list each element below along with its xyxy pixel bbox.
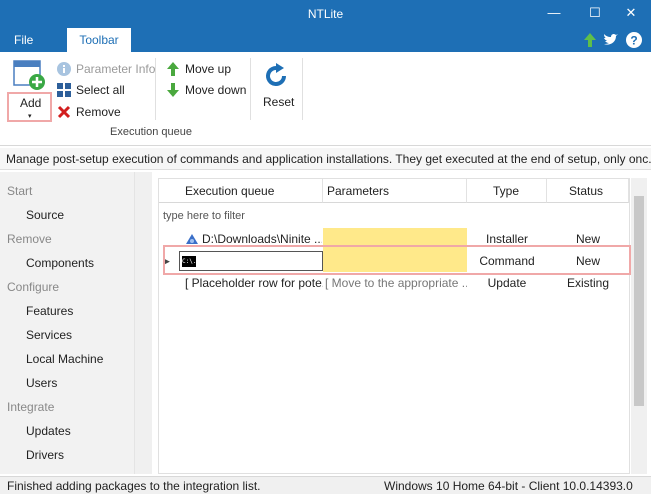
sidebar-item-source[interactable]: Source	[26, 208, 64, 222]
status-bar: Finished adding packages to the integrat…	[0, 476, 651, 494]
sidebar-item-updates[interactable]: Updates	[26, 424, 71, 438]
move-down-button[interactable]: Move down	[165, 81, 246, 99]
arrow-up-icon	[167, 62, 179, 76]
add-dropdown-caret[interactable]: ▾	[28, 112, 32, 120]
select-all-icon	[57, 83, 71, 97]
ribbon-group-label: Execution queue	[110, 126, 192, 138]
reset-button[interactable]: Reset	[263, 95, 294, 109]
column-header-type[interactable]: Type	[467, 179, 547, 203]
select-all-label: Select all	[76, 83, 125, 97]
column-header-status[interactable]: Status	[547, 179, 629, 203]
remove-label: Remove	[76, 105, 121, 119]
remove-button[interactable]: Remove	[56, 103, 121, 121]
reset-icon[interactable]	[262, 62, 290, 90]
minimize-button[interactable]: —	[535, 0, 573, 28]
sidebar-heading-start: Start	[7, 184, 33, 198]
installer-icon	[186, 234, 198, 244]
sidebar-item-services[interactable]: Services	[26, 328, 72, 342]
svg-text:?: ?	[630, 34, 637, 48]
parameter-info-label: Parameter Info	[76, 62, 156, 76]
close-button[interactable]: ✕	[612, 0, 650, 28]
column-header-execution-queue[interactable]: Execution queue	[159, 179, 323, 203]
move-up-label: Move up	[185, 62, 232, 76]
parameters-cell: [ Move to the appropriate ...	[325, 276, 467, 290]
ribbon-separator	[250, 58, 251, 120]
column-header-parameters[interactable]: Parameters	[323, 179, 467, 203]
grid-scrollbar-thumb[interactable]	[634, 196, 644, 406]
table-row[interactable]: [ Placeholder row for pote... [ Move to …	[159, 272, 629, 294]
os-version-info: Windows 10 Home 64-bit - Client 10.0.143…	[384, 479, 633, 493]
title-bar: NTLite — ☐ ✕	[0, 0, 651, 28]
sidebar-item-local-machine[interactable]: Local Machine	[26, 352, 103, 366]
move-down-label: Move down	[185, 83, 247, 97]
arrow-down-icon	[167, 83, 179, 97]
info-icon	[57, 62, 71, 76]
status-cell: Existing	[566, 276, 610, 290]
sidebar-item-features[interactable]: Features	[26, 304, 73, 318]
ribbon-tab-row: File Toolbar ?	[0, 28, 651, 52]
ribbon-separator	[155, 58, 156, 120]
remove-x-icon	[57, 105, 71, 119]
sidebar-item-users[interactable]: Users	[26, 376, 57, 390]
type-cell: Update	[487, 276, 527, 290]
grid-scrollbar[interactable]	[631, 178, 647, 474]
sidebar: Start Source Remove Components Configure…	[0, 172, 152, 474]
maximize-button[interactable]: ☐	[576, 0, 614, 28]
parameter-info-button: Parameter Info	[56, 60, 155, 78]
description-bar: Manage post-setup execution of commands …	[0, 148, 651, 170]
sidebar-item-components[interactable]: Components	[26, 256, 94, 270]
sidebar-heading-configure: Configure	[7, 280, 60, 294]
update-arrow-icon[interactable]	[580, 30, 600, 50]
add-button[interactable]: Add	[20, 96, 41, 110]
tab-toolbar[interactable]: Toolbar	[67, 28, 131, 52]
filter-input[interactable]: type here to filter	[159, 204, 629, 228]
help-icon[interactable]: ?	[624, 30, 644, 50]
sidebar-heading-integrate: Integrate	[7, 400, 55, 414]
execution-queue-grid: Execution queue Parameters Type Status t…	[158, 178, 630, 474]
move-up-button[interactable]: Move up	[165, 60, 231, 78]
status-message: Finished adding packages to the integrat…	[7, 479, 261, 493]
add-window-icon[interactable]	[12, 58, 48, 92]
sidebar-scrollbar[interactable]	[134, 172, 152, 474]
select-all-button[interactable]: Select all	[56, 81, 125, 99]
selected-row-highlight	[163, 245, 631, 275]
queue-cell: [ Placeholder row for pote...	[185, 276, 323, 290]
sidebar-item-drivers[interactable]: Drivers	[26, 448, 64, 462]
ribbon-separator	[302, 58, 303, 120]
twitter-icon[interactable]	[601, 30, 621, 50]
sidebar-heading-remove: Remove	[7, 232, 52, 246]
tab-file[interactable]: File	[14, 33, 33, 47]
